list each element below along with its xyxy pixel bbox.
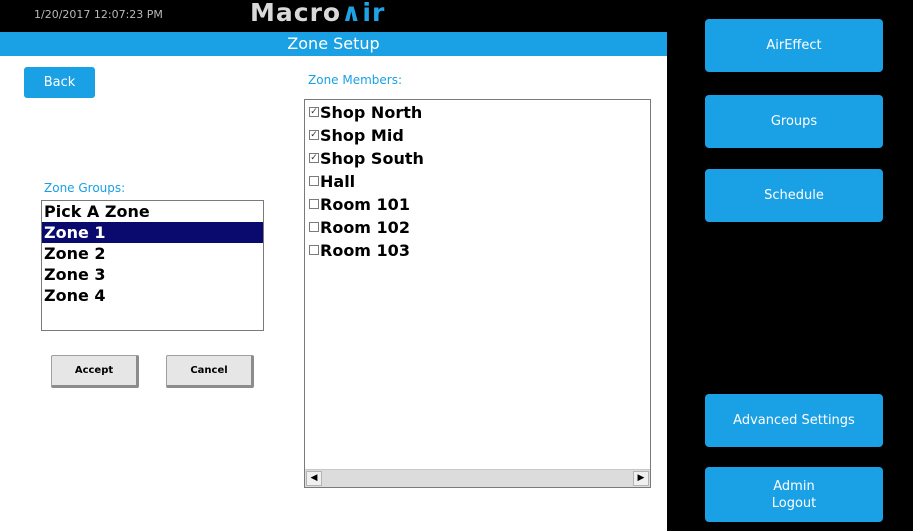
zone-group-item[interactable]: Zone 4 xyxy=(42,285,263,306)
title-bar: Zone Setup xyxy=(0,32,667,56)
logout-line1: Admin xyxy=(773,478,815,494)
admin-logout-label: Admin Logout xyxy=(772,478,817,512)
scroll-left-icon[interactable]: ◀ xyxy=(306,471,322,486)
schedule-button[interactable]: Schedule xyxy=(705,169,883,222)
scroll-right-icon[interactable]: ▶ xyxy=(633,471,649,486)
back-button[interactable]: Back xyxy=(24,67,95,98)
zone-member-item[interactable]: Room 103 xyxy=(309,242,424,265)
zone-groups-list[interactable]: Pick A Zone Zone 1 Zone 2 Zone 3 Zone 4 xyxy=(41,200,264,331)
logo: Macro∧ir xyxy=(250,0,385,27)
zone-groups-label: Zone Groups: xyxy=(44,181,126,195)
accept-button[interactable]: Accept xyxy=(51,355,139,388)
zone-member-label: Shop Mid xyxy=(320,126,404,145)
groups-button[interactable]: Groups xyxy=(705,95,883,148)
checkbox[interactable]: ✓ xyxy=(309,107,319,117)
checkbox[interactable] xyxy=(309,176,319,186)
zone-member-item[interactable]: ✓ Shop North xyxy=(309,104,424,127)
zone-group-item[interactable]: Zone 3 xyxy=(42,264,263,285)
zone-group-item[interactable]: Zone 1 xyxy=(42,222,263,243)
logo-accent: ∧ir xyxy=(341,0,386,27)
checkbox[interactable]: ✓ xyxy=(309,153,319,163)
zone-members-label: Zone Members: xyxy=(308,73,403,87)
zone-members-list[interactable]: ✓ Shop North ✓ Shop Mid ✓ Shop South Hall R… xyxy=(304,99,651,488)
zone-group-item[interactable]: Zone 2 xyxy=(42,243,263,264)
zone-member-label: Shop South xyxy=(320,149,424,168)
checkbox[interactable] xyxy=(309,199,319,209)
zone-member-item[interactable]: Room 102 xyxy=(309,219,424,242)
admin-logout-button[interactable]: Admin Logout xyxy=(705,467,883,522)
zone-member-label: Room 103 xyxy=(320,241,410,260)
datetime-display: 1/20/2017 12:07:23 PM xyxy=(34,8,163,21)
logout-line2: Logout xyxy=(771,495,817,511)
zone-member-label: Shop North xyxy=(320,103,423,122)
checkbox[interactable]: ✓ xyxy=(309,130,319,140)
zone-members-items: ✓ Shop North ✓ Shop Mid ✓ Shop South Hall R… xyxy=(309,104,424,265)
logo-text: Macro xyxy=(250,0,342,27)
zone-member-item[interactable]: Hall xyxy=(309,173,424,196)
zone-member-item[interactable]: ✓ Shop Mid xyxy=(309,127,424,150)
zone-member-label: Room 102 xyxy=(320,218,410,237)
checkbox[interactable] xyxy=(309,222,319,232)
horizontal-scrollbar[interactable]: ◀ ▶ xyxy=(305,469,650,487)
cancel-button[interactable]: Cancel xyxy=(166,355,254,388)
zone-member-item[interactable]: ✓ Shop South xyxy=(309,150,424,173)
zone-member-label: Hall xyxy=(320,172,356,191)
advanced-settings-button[interactable]: Advanced Settings xyxy=(705,394,883,447)
zone-group-item[interactable]: Pick A Zone xyxy=(42,201,263,222)
zone-member-label: Room 101 xyxy=(320,195,410,214)
zone-member-item[interactable]: Room 101 xyxy=(309,196,424,219)
top-bar: 1/20/2017 12:07:23 PM Macro∧ir xyxy=(0,0,667,32)
page-title: Zone Setup xyxy=(287,34,380,53)
aireffect-button[interactable]: AirEffect xyxy=(705,19,883,72)
checkbox[interactable] xyxy=(309,245,319,255)
